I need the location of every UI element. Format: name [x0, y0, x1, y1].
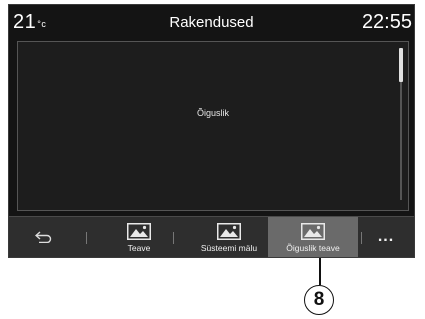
tab-oiguslik-teave[interactable]: Õiguslik teave: [268, 217, 358, 257]
tab-separator: [86, 232, 87, 244]
scrollbar-thumb[interactable]: [399, 48, 403, 82]
tab-oiguslik-teave-label: Õiguslik teave: [286, 243, 340, 253]
page-title: Rakendused: [169, 14, 254, 31]
back-arrow-icon: [35, 231, 52, 243]
image-icon: [217, 223, 241, 240]
tab-teave-label: Teave: [127, 243, 151, 253]
tab-susteemi-malu[interactable]: Süsteemi mälu: [191, 217, 267, 257]
infotainment-screen: 21°c Rakendused 22:55 Õiguslik Teave Süs…: [8, 4, 415, 258]
image-icon: [301, 223, 325, 240]
back-button[interactable]: [17, 217, 71, 257]
status-bar: 21°c Rakendused 22:55: [9, 5, 414, 39]
callout-line: [319, 258, 321, 285]
tab-separator: [173, 232, 174, 244]
tab-teave[interactable]: Teave: [105, 217, 173, 257]
callout-number: 8: [313, 289, 325, 310]
image-icon: [127, 223, 151, 240]
scrollbar[interactable]: [399, 48, 403, 200]
content-panel[interactable]: Õiguslik: [17, 41, 409, 211]
legal-text: Õiguslik: [196, 108, 229, 118]
more-icon: ...: [377, 228, 395, 245]
clock: 22:55: [361, 11, 412, 33]
callout-badge: 8: [304, 285, 334, 315]
more-options-button[interactable]: ...: [358, 217, 414, 257]
bottom-tab-bar: Teave Süsteemi mälu Õiguslik teave ...: [9, 216, 414, 257]
